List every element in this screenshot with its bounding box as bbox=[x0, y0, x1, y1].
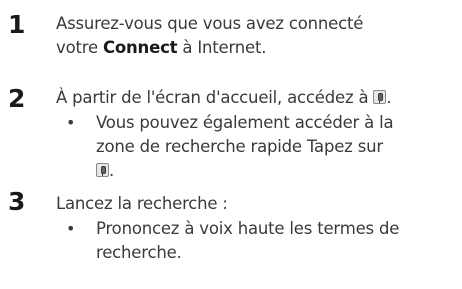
bullet-text-line: zone de recherche rapide Tapez sur bbox=[96, 137, 383, 156]
step-text-segment: À partir de l'écran d'accueil, accédez à bbox=[56, 88, 374, 107]
bullet-text-segment: . bbox=[109, 161, 115, 180]
bullet-text-line: Prononcez à voix haute les termes de bbox=[96, 219, 400, 238]
bullet-marker: • bbox=[66, 219, 76, 238]
step-text-segment: votre bbox=[56, 38, 103, 57]
microphone-icon bbox=[373, 90, 387, 104]
step-number: 2 bbox=[8, 84, 26, 113]
step-text-segment: . bbox=[386, 88, 392, 107]
step-text-segment: à Internet. bbox=[177, 38, 267, 57]
step-text-line: Assurez-vous que vous avez connecté bbox=[56, 14, 364, 33]
bullet-marker: • bbox=[66, 113, 76, 132]
device-name: Connect bbox=[102, 38, 178, 57]
microphone-icon bbox=[96, 163, 109, 177]
bullet-text-line: recherche. bbox=[96, 243, 182, 262]
bullet-text-line: Vous pouvez également accéder à la bbox=[96, 113, 394, 132]
bullet-text: Vous pouvez également accéder à la zone … bbox=[96, 111, 458, 183]
step-number: 1 bbox=[8, 10, 26, 39]
bullet-text: Prononcez à voix haute les termes de rec… bbox=[96, 217, 458, 265]
step-text: À partir de l'écran d'accueil, accédez à… bbox=[56, 86, 458, 110]
step-text: Lancez la recherche : bbox=[56, 194, 228, 213]
step-number: 3 bbox=[8, 187, 26, 216]
step-text: Assurez-vous que vous avez connecté votr… bbox=[56, 12, 458, 60]
